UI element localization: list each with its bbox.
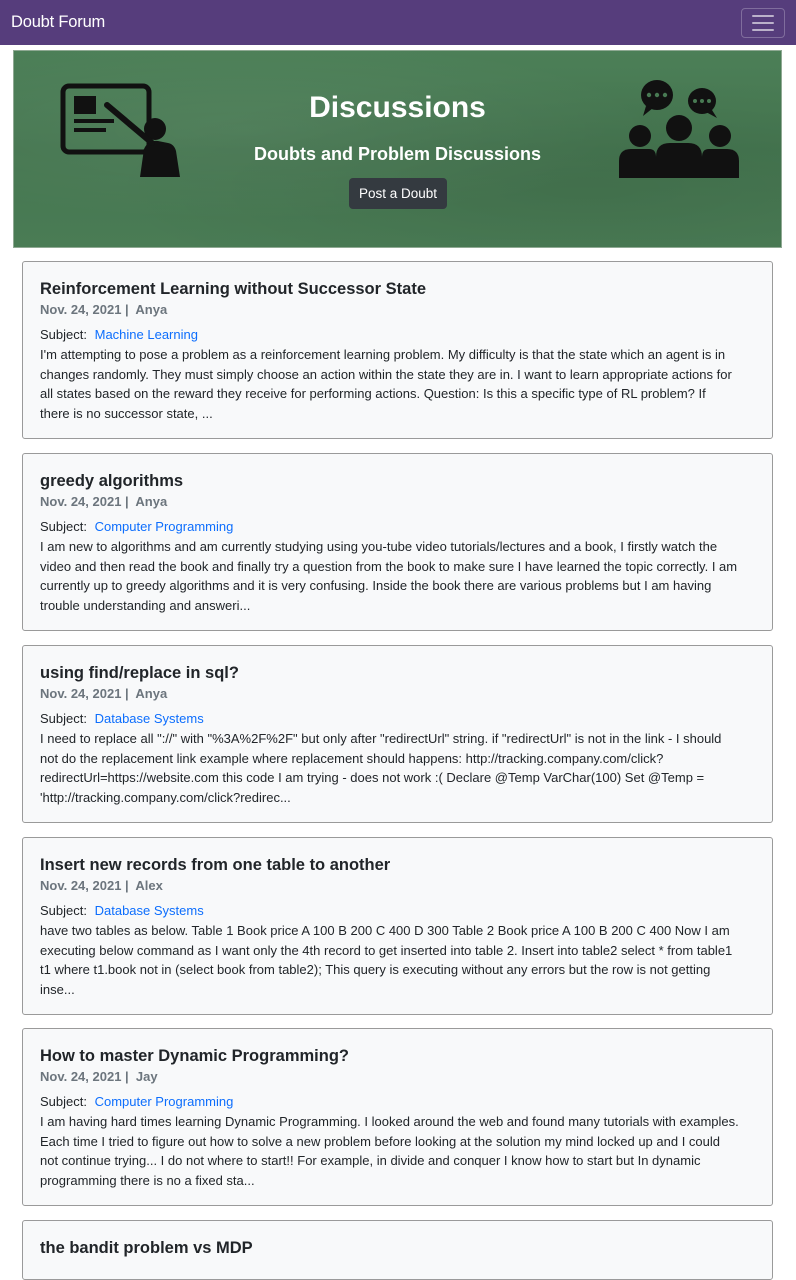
post-title[interactable]: How to master Dynamic Programming? xyxy=(40,1046,756,1066)
subject-label: Subject: xyxy=(40,903,87,918)
excerpt-line: I am new to algorithms and am currently … xyxy=(40,539,718,554)
post-author: Anya xyxy=(135,302,168,317)
subject-link[interactable]: Machine Learning xyxy=(95,327,198,342)
post-subject: Subject: Computer Programming xyxy=(40,518,756,535)
group-chat-icon xyxy=(619,80,739,178)
post-card: How to master Dynamic Programming? Nov. … xyxy=(22,1028,773,1206)
post-excerpt: I am having hard times learning Dynamic … xyxy=(40,1112,756,1190)
subject-link[interactable]: Database Systems xyxy=(95,903,204,918)
post-subject: Subject: Database Systems xyxy=(40,710,756,727)
excerpt-line: Each time I tried to figure out how to s… xyxy=(40,1133,720,1149)
excerpt-line: I am having hard times learning Dynamic … xyxy=(40,1114,739,1129)
excerpt-line: trouble understanding and answeri... xyxy=(40,597,251,613)
excerpt-line: changes randomly. They must simply choos… xyxy=(40,366,732,382)
post-subject: Subject: Database Systems xyxy=(40,902,756,919)
post-meta: Nov. 24, 2021 | Jay xyxy=(40,1069,158,1084)
post-meta: Nov. 24, 2021 | Anya xyxy=(40,686,168,701)
post-card: the bandit problem vs MDP xyxy=(22,1220,773,1280)
post-title[interactable]: Reinforcement Learning without Successor… xyxy=(40,279,756,299)
post-date: Nov. 24, 2021 xyxy=(40,494,122,509)
subject-label: Subject: xyxy=(40,711,87,726)
post-meta: Nov. 24, 2021 | Anya xyxy=(40,494,168,509)
post-date: Nov. 24, 2021 xyxy=(40,878,122,893)
post-title[interactable]: Insert new records from one table to ano… xyxy=(40,855,756,875)
excerpt-line: t1 where t1.book not in (select book fro… xyxy=(40,962,711,978)
excerpt-line: I'm attempting to pose a problem as a re… xyxy=(40,347,726,362)
post-meta: Nov. 24, 2021 | Anya xyxy=(40,302,168,317)
post-date: Nov. 24, 2021 xyxy=(40,302,122,317)
excerpt-line: inse... xyxy=(40,981,75,997)
excerpt-line: not continue trying... I do not where to… xyxy=(40,1153,701,1169)
excerpt-line: there is no successor state, ... xyxy=(40,405,213,421)
subject-label: Subject: xyxy=(40,327,87,342)
post-date: Nov. 24, 2021 xyxy=(40,686,122,701)
post-subject: Subject: Machine Learning xyxy=(40,326,756,343)
post-author: Jay xyxy=(135,1069,158,1084)
post-date: Nov. 24, 2021 xyxy=(40,1069,122,1084)
post-card: using find/replace in sql? Nov. 24, 2021… xyxy=(22,645,773,823)
excerpt-line: 'http://tracking.company.com/click?redir… xyxy=(40,789,291,805)
post-doubt-button[interactable]: Post a Doubt xyxy=(349,178,447,209)
excerpt-line: video and then read the book and finally… xyxy=(40,558,738,574)
post-title[interactable]: the bandit problem vs MDP xyxy=(40,1238,756,1258)
post-card: greedy algorithms Nov. 24, 2021 | Anya S… xyxy=(22,453,773,631)
post-title[interactable]: greedy algorithms xyxy=(40,471,756,491)
post-author: Anya xyxy=(135,686,168,701)
post-card: Insert new records from one table to ano… xyxy=(22,837,773,1015)
subject-label: Subject: xyxy=(40,1094,87,1109)
subject-link[interactable]: Computer Programming xyxy=(95,519,234,534)
post-excerpt: I need to replace all "://" with "%3A%2F… xyxy=(40,729,756,807)
excerpt-line: I need to replace all "://" with "%3A%2F… xyxy=(40,731,722,746)
excerpt-line: have two tables as below. Table 1 Book p… xyxy=(40,923,730,938)
post-excerpt: I'm attempting to pose a problem as a re… xyxy=(40,345,756,423)
post-author: Anya xyxy=(135,494,168,509)
subject-link[interactable]: Database Systems xyxy=(95,711,204,726)
excerpt-line: redirectUrl=https://website.com this cod… xyxy=(40,770,705,786)
post-excerpt: I am new to algorithms and am currently … xyxy=(40,537,756,615)
excerpt-line: all states based on the reward they rece… xyxy=(40,386,706,402)
brand-link[interactable]: Doubt Forum xyxy=(11,13,105,32)
excerpt-line: currently up to greedy algorithms and it… xyxy=(40,578,712,594)
excerpt-line: not do the replacement link example wher… xyxy=(40,750,664,766)
subject-label: Subject: xyxy=(40,519,87,534)
hamburger-icon[interactable] xyxy=(741,7,785,38)
post-title[interactable]: using find/replace in sql? xyxy=(40,663,756,683)
post-card: Reinforcement Learning without Successor… xyxy=(22,261,773,439)
navbar: Doubt Forum xyxy=(0,0,796,45)
post-subject: Subject: Computer Programming xyxy=(40,1093,756,1110)
post-excerpt: have two tables as below. Table 1 Book p… xyxy=(40,921,756,999)
subject-link[interactable]: Computer Programming xyxy=(95,1094,234,1109)
post-author: Alex xyxy=(135,878,163,893)
hero-banner: Discussions Doubts and Problem Discussio… xyxy=(13,50,782,248)
excerpt-line: executing below command as I want only t… xyxy=(40,942,733,958)
post-meta: Nov. 24, 2021 | Alex xyxy=(40,878,163,893)
excerpt-line: programming there is no a fixed sta... xyxy=(40,1172,255,1188)
